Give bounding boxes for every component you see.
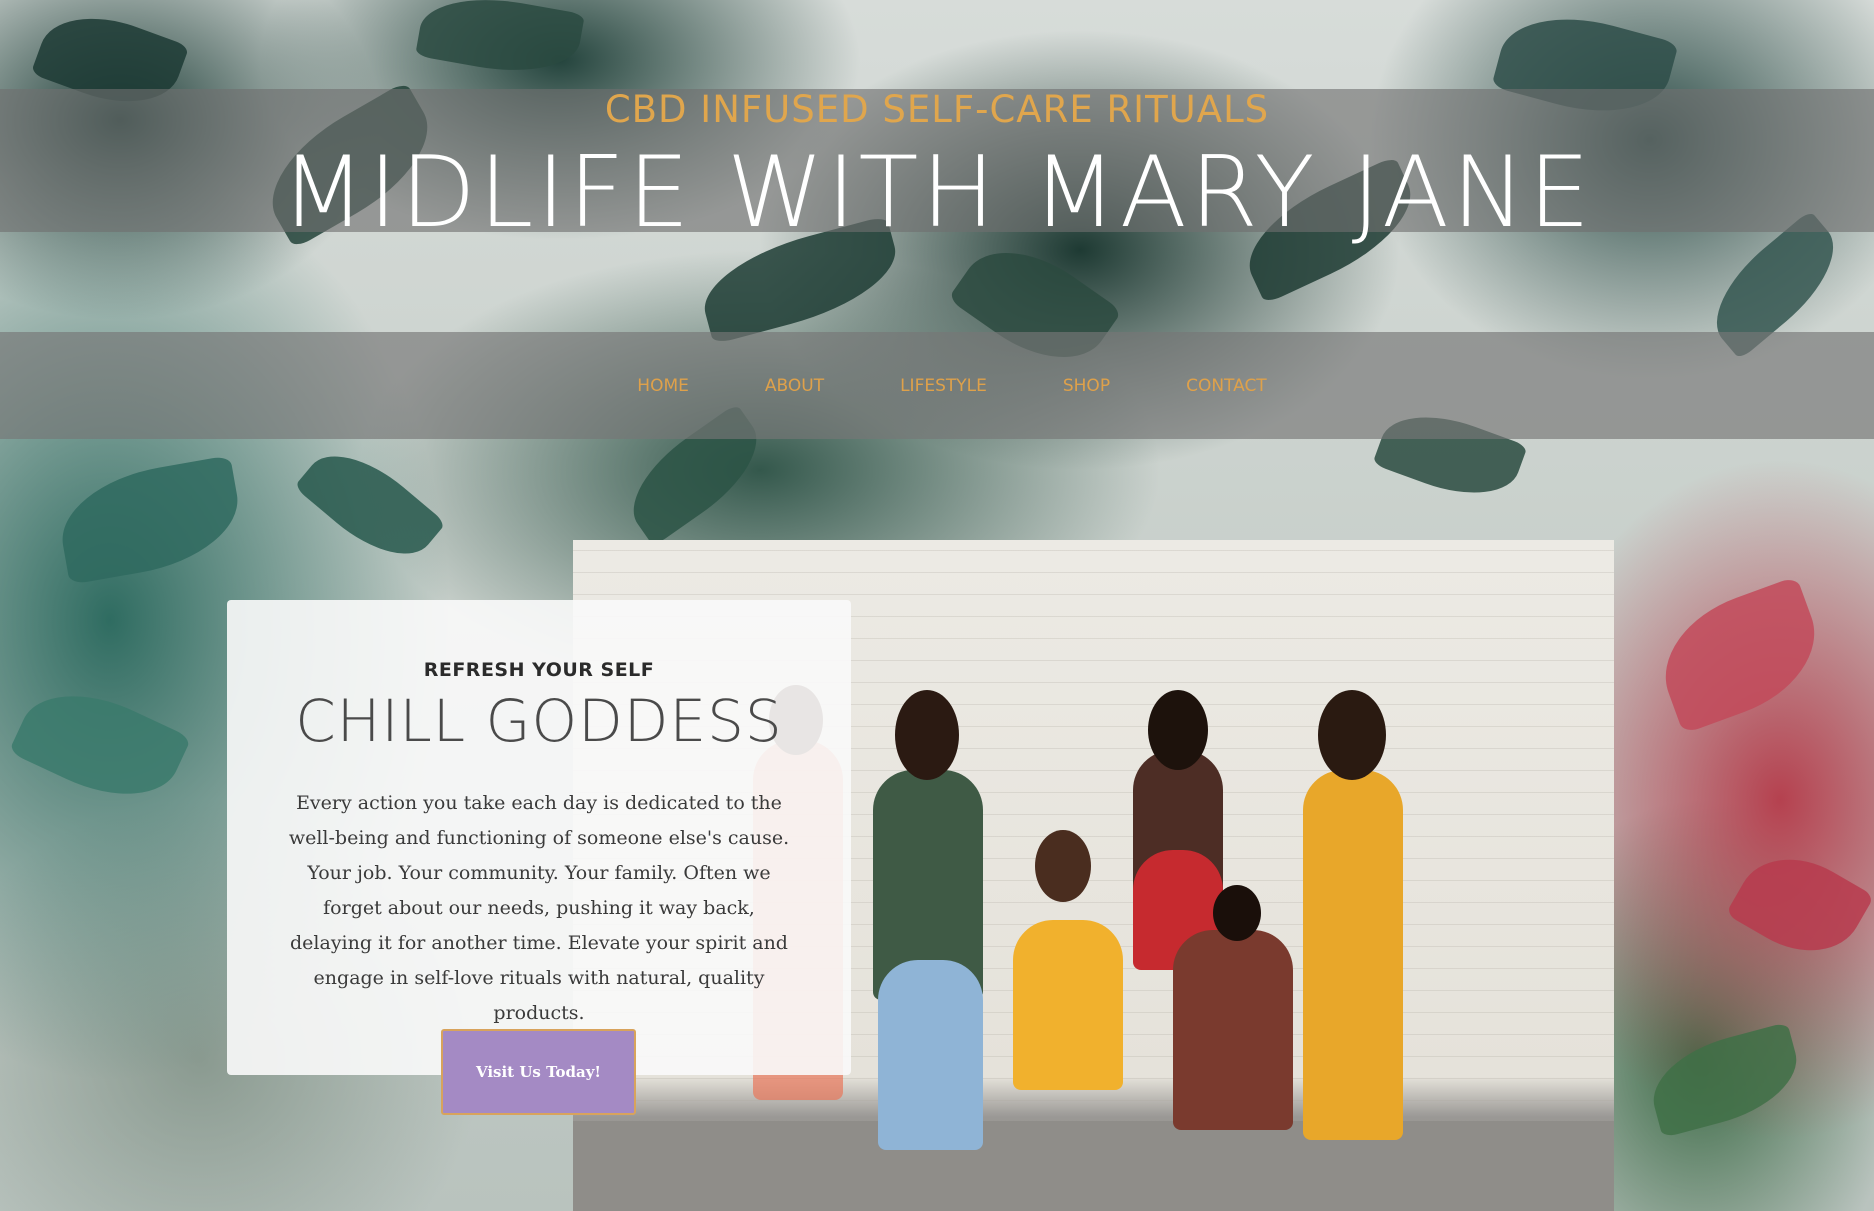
nav-item-contact[interactable]: CONTACT (1186, 376, 1267, 396)
nav-item-lifestyle[interactable]: LIFESTYLE (900, 376, 987, 396)
person-figure (878, 960, 983, 1150)
hero-card: REFRESH YOUR SELF CHILL GODDESS Every ac… (227, 600, 851, 1075)
person-head (1213, 885, 1261, 941)
site-title[interactable]: MIDLIFE WITH MARY JANE (0, 138, 1874, 248)
person-figure (1173, 930, 1293, 1130)
nav-item-home[interactable]: HOME (637, 376, 689, 396)
person-figure (1303, 770, 1403, 1140)
nav-list: HOME ABOUT LIFESTYLE SHOP CONTACT (0, 332, 1874, 439)
hero-body-text: Every action you take each day is dedica… (288, 792, 790, 1024)
nav-item-about[interactable]: ABOUT (765, 376, 824, 396)
nav-item-shop[interactable]: SHOP (1063, 376, 1110, 396)
main-nav: HOME ABOUT LIFESTYLE SHOP CONTACT (0, 332, 1874, 439)
person-figure (1013, 920, 1123, 1090)
visit-us-button[interactable]: Visit Us Today! (441, 1029, 636, 1115)
hero-heading: CHILL GODDESS (295, 687, 783, 755)
person-head (895, 690, 959, 780)
hero-eyebrow: REFRESH YOUR SELF (423, 659, 655, 681)
person-head (1318, 690, 1386, 780)
person-head (1035, 830, 1091, 902)
sidewalk (573, 1121, 1614, 1211)
person-head (1148, 690, 1208, 770)
site-tagline: CBD INFUSED SELF-CARE RITUALS (604, 88, 1270, 131)
